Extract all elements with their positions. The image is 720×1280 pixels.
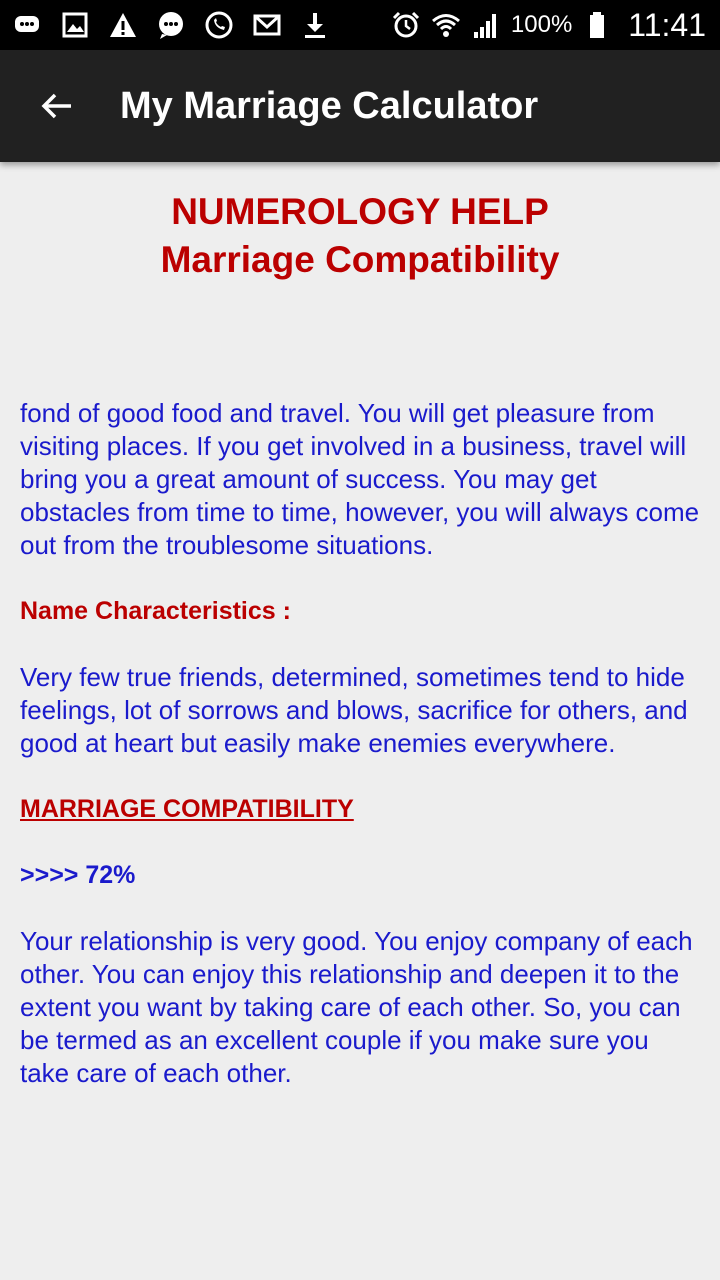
compatibility-text: Your relationship is very good. You enjo… xyxy=(20,926,693,1088)
name-characteristics-label: Name Characteristics : xyxy=(20,597,291,625)
whatsapp-icon xyxy=(204,10,234,40)
battery-percent: 100% xyxy=(510,11,573,38)
status-bar: 100% 11:41 xyxy=(0,0,720,50)
battery-icon xyxy=(582,10,612,40)
warning-icon xyxy=(108,10,138,40)
title-line-1: NUMEROLOGY HELP xyxy=(171,191,549,232)
name-characteristics-text: Very few true friends, determined, somet… xyxy=(20,662,688,758)
title-line-2: Marriage Compatibility xyxy=(160,239,560,280)
gmail-icon xyxy=(252,10,282,40)
back-button[interactable] xyxy=(22,71,92,141)
alarm-icon xyxy=(391,10,421,40)
wifi-icon xyxy=(431,10,461,40)
system-icons: 100% 11:41 xyxy=(391,7,720,44)
app-title: My Marriage Calculator xyxy=(120,84,539,127)
arrow-back-icon xyxy=(41,93,71,119)
result-content: NUMEROLOGY HELP Marriage Compatibility f… xyxy=(0,162,720,1090)
download-icon xyxy=(300,10,330,40)
compatibility-label: MARRIAGE COMPATIBILITY xyxy=(20,795,354,823)
gallery-icon xyxy=(60,10,90,40)
app-bar: My Marriage Calculator xyxy=(0,50,720,162)
notification-icons xyxy=(0,10,330,40)
message-icon xyxy=(156,10,186,40)
clock: 11:41 xyxy=(628,6,706,43)
intro-text: fond of good food and travel. You will g… xyxy=(20,398,700,560)
compatibility-percent: >>>> 72% xyxy=(20,861,136,889)
page-title: NUMEROLOGY HELP Marriage Compatibility xyxy=(20,188,700,284)
signal-icon xyxy=(471,10,501,40)
chat-icon xyxy=(12,10,42,40)
